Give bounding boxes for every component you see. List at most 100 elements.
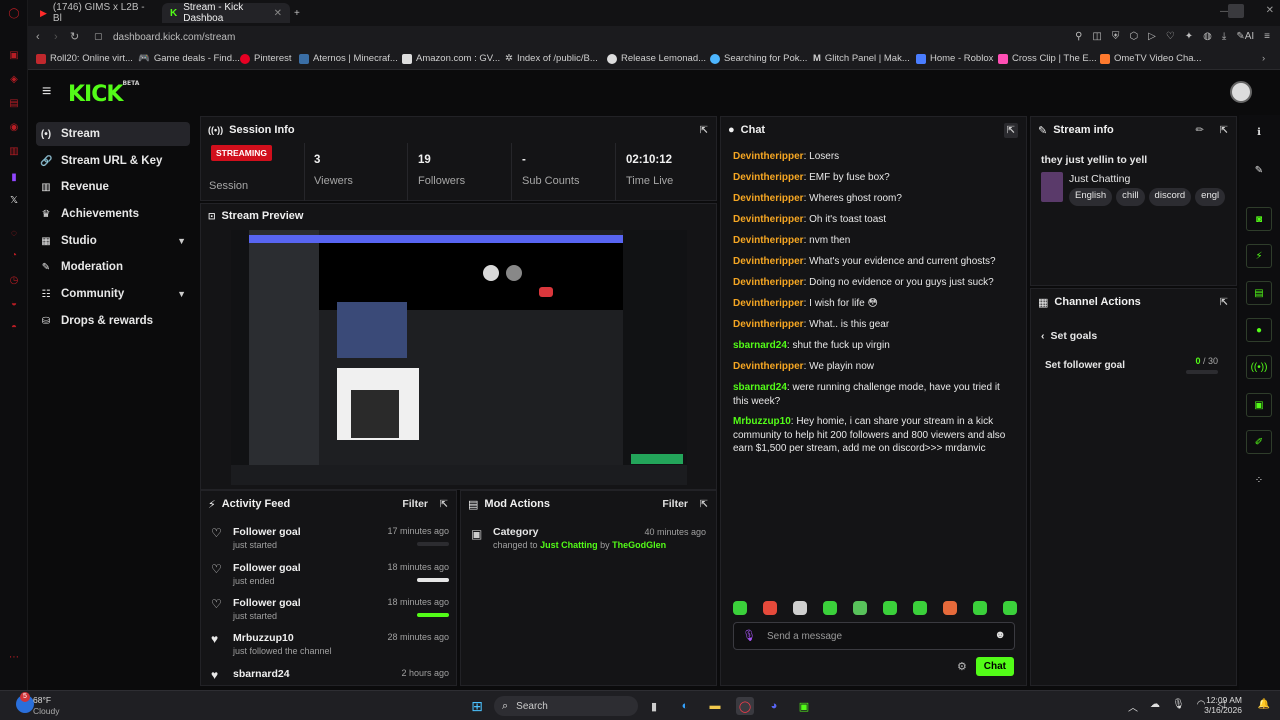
chat-username[interactable]: Devintheripper	[733, 298, 804, 309]
chat-username[interactable]: Devintheripper	[733, 277, 804, 288]
sidebar-app-icon[interactable]: ◈	[8, 74, 20, 86]
reload-icon[interactable]: ↻	[70, 30, 79, 43]
emote-icon[interactable]	[943, 601, 957, 615]
emote-icon[interactable]	[763, 601, 777, 615]
emote-icon[interactable]	[973, 601, 987, 615]
microphone-icon[interactable]: 🎙	[742, 629, 756, 642]
stream-preview-video[interactable]	[231, 230, 687, 485]
document-icon[interactable]: ▤	[1246, 281, 1272, 305]
nav-item-stream[interactable]: (•) Stream	[36, 122, 190, 146]
chat-username[interactable]: Devintheripper	[733, 361, 804, 372]
bookmark[interactable]: ✲ Index of /public/B...	[505, 53, 598, 64]
chat-icon[interactable]: ●	[1246, 318, 1272, 342]
emote-icon[interactable]	[793, 601, 807, 615]
camera-icon[interactable]: ◙	[1246, 207, 1272, 231]
bookmark[interactable]: Amazon.com : GV...	[402, 53, 500, 64]
emoji-icon[interactable]: ☻	[994, 629, 1006, 641]
tag[interactable]: engl	[1195, 188, 1226, 206]
popout-icon[interactable]: ⇱	[700, 125, 708, 136]
tag[interactable]: chill	[1116, 188, 1145, 206]
profile-icon[interactable]: ◍	[1203, 31, 1212, 42]
emote-icon[interactable]	[853, 601, 867, 615]
chat-username[interactable]: Devintheripper	[733, 256, 804, 267]
maximize-icon[interactable]	[1228, 4, 1244, 18]
menu-icon[interactable]: ≡	[1264, 31, 1270, 42]
pin-icon[interactable]: ⚲	[1075, 31, 1082, 42]
send-chat-button[interactable]: Chat	[975, 657, 1014, 676]
lightning-icon[interactable]: ⚡	[1246, 244, 1272, 268]
sidebar-app-icon[interactable]: ◉	[8, 122, 20, 134]
chat-username[interactable]: Devintheripper	[733, 151, 804, 162]
chat-username[interactable]: Devintheripper	[733, 214, 804, 225]
sidebar-app-icon[interactable]: ◓	[8, 322, 20, 334]
download-icon[interactable]: ⤓	[1222, 31, 1226, 42]
popout-icon[interactable]: ⇱	[1220, 297, 1228, 308]
discord-icon[interactable]: ◕	[765, 697, 783, 715]
nav-item-studio[interactable]: ▦ Studio ▼	[36, 229, 190, 253]
popout-icon[interactable]: ⇱	[1220, 125, 1228, 136]
set-goals-back[interactable]: ‹ Set goals	[1041, 330, 1097, 342]
twitch-icon[interactable]: ▮	[8, 172, 20, 184]
bookmark[interactable]: Aternos | Minecraf...	[299, 53, 398, 64]
emote-icon[interactable]	[883, 601, 897, 615]
filter-button[interactable]: Filter	[662, 498, 688, 510]
clock[interactable]: 12:09 AM 3/16/2026	[1204, 695, 1242, 715]
bookmark[interactable]: M Glitch Panel | Mak...	[813, 53, 910, 64]
sidebar-app-icon[interactable]: ◌	[8, 228, 20, 240]
sidebar-more-icon[interactable]: ⋯	[8, 652, 20, 664]
nav-item-revenue[interactable]: ▥ Revenue	[36, 175, 190, 199]
opera-taskbar-icon[interactable]: ◯	[736, 697, 754, 715]
edge-icon[interactable]: ◐	[676, 697, 694, 715]
kick-logo[interactable]: KICKBETA	[68, 80, 139, 107]
chat-input[interactable]: 🎙 Send a message ☻	[733, 622, 1015, 650]
avatar[interactable]	[1230, 81, 1252, 103]
info-icon[interactable]: ℹ	[1246, 120, 1272, 144]
emote-icon[interactable]	[733, 601, 747, 615]
chat-username[interactable]: Mrbuzzup10	[733, 416, 791, 427]
edit-icon[interactable]: ✏	[1196, 125, 1204, 136]
category-link[interactable]: Just Chatting	[540, 540, 598, 550]
bookmark[interactable]: OmeTV Video Cha...	[1100, 53, 1201, 64]
nav-item-moderation[interactable]: ✎ Moderation	[36, 255, 190, 279]
new-tab-button[interactable]: +	[286, 3, 308, 23]
bookmark[interactable]: Pinterest	[240, 53, 292, 64]
nav-item-achievements[interactable]: ♛ Achievements	[36, 202, 190, 226]
back-icon[interactable]: ‹	[36, 31, 40, 43]
bookmark[interactable]: Home - Roblox	[916, 53, 993, 64]
wrench-icon[interactable]: ✐	[1246, 430, 1272, 454]
tab-kick[interactable]: K Stream - Kick Dashboa ✕	[162, 2, 290, 24]
close-icon[interactable]: ✕	[274, 8, 282, 19]
follower-goal-label[interactable]: Set follower goal	[1045, 360, 1125, 371]
emote-icon[interactable]	[823, 601, 837, 615]
tag[interactable]: discord	[1148, 188, 1192, 206]
notification-bell-icon[interactable]: 🔔	[1258, 699, 1270, 710]
chat-username[interactable]: sbarnard24	[733, 382, 787, 393]
chat-username[interactable]: Devintheripper	[733, 193, 804, 204]
forward-icon[interactable]: ›	[54, 31, 58, 43]
network-icon[interactable]: ☁	[1150, 699, 1160, 714]
sidebar-app-icon[interactable]: ◷	[8, 275, 20, 287]
sidebar-app-icon[interactable]: ◔	[8, 250, 20, 262]
ai-button[interactable]: ✎AI	[1236, 31, 1254, 42]
nav-item-drops-rewards[interactable]: ⛁ Drops & rewards	[36, 309, 190, 333]
hamburger-icon[interactable]: ≡	[42, 83, 51, 101]
snapshot-icon[interactable]: ◫	[1092, 31, 1101, 42]
emote-icon[interactable]	[913, 601, 927, 615]
shield-icon[interactable]: ⛨	[1112, 31, 1120, 42]
chevron-up-icon[interactable]: ︿	[1128, 699, 1138, 714]
extensions-icon[interactable]: ✦	[1185, 31, 1193, 42]
heart-icon[interactable]: ♡	[1166, 31, 1175, 42]
bookmark[interactable]: Searching for Pok...	[710, 53, 807, 64]
tab-youtube[interactable]: ▶ (1746) GIMS x L2B - Bl	[32, 2, 154, 24]
bookmark[interactable]: Roll20: Online virt...	[36, 53, 133, 64]
emote-icon[interactable]	[1003, 601, 1017, 615]
bookmark[interactable]: Release Lemonad...	[607, 53, 706, 64]
taskbar-search[interactable]: ⌕ Search	[494, 696, 638, 716]
bookmark[interactable]: Cross Clip | The E...	[998, 53, 1097, 64]
category-name[interactable]: Just Chatting	[1069, 173, 1130, 185]
chat-username[interactable]: Devintheripper	[733, 319, 804, 330]
sidebar-app-icon[interactable]: ▣	[8, 50, 20, 62]
chat-username[interactable]: Devintheripper	[733, 172, 804, 183]
popout-icon[interactable]: ⇱	[440, 499, 448, 510]
layout-icon[interactable]: ▣	[1246, 393, 1272, 417]
